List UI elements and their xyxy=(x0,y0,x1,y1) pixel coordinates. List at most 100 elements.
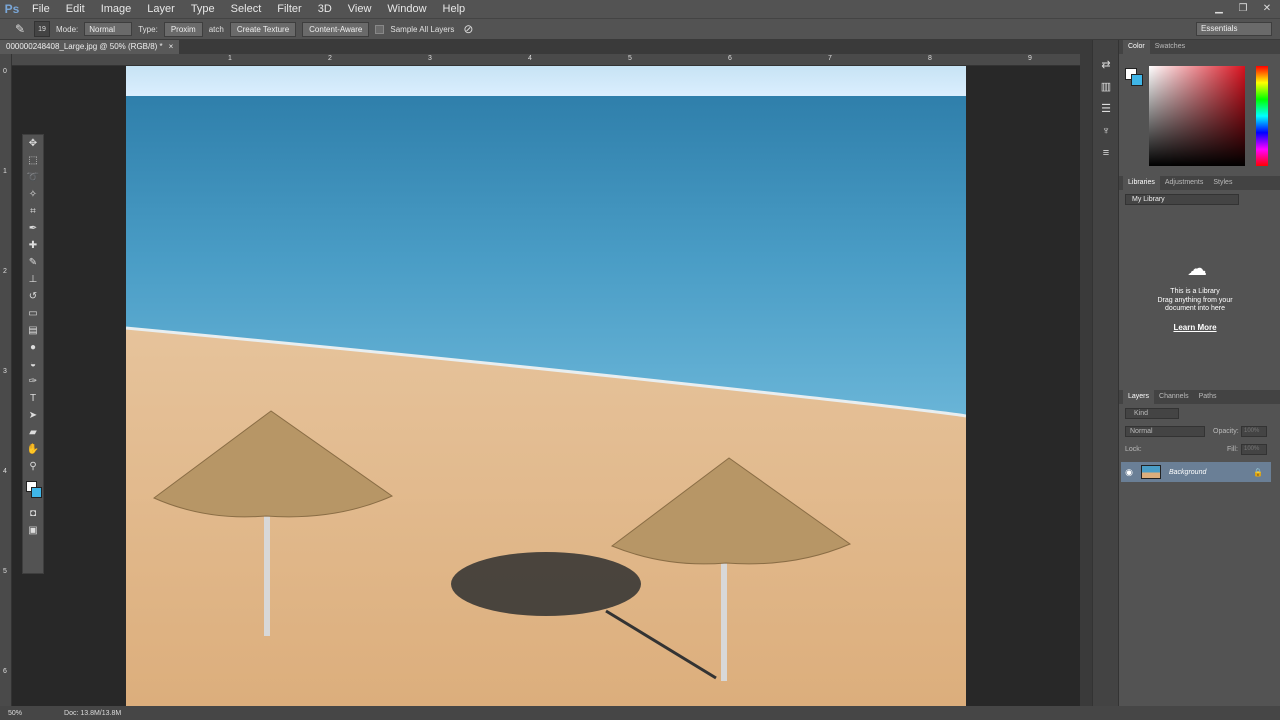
content-aware-button[interactable]: Content-Aware xyxy=(302,21,370,37)
eyedropper-tool-icon[interactable]: ✒ xyxy=(23,220,43,237)
ruler-left[interactable]: 0 1 2 3 4 5 6 xyxy=(0,54,12,706)
lasso-tool-icon[interactable]: ➰ xyxy=(23,169,43,186)
pressure-icon[interactable]: ⊘ xyxy=(460,21,476,37)
ruler-tick: 0 xyxy=(3,68,7,75)
menu-window[interactable]: Window xyxy=(379,0,434,18)
tab-swatches[interactable]: Swatches xyxy=(1150,40,1190,54)
menu-filter[interactable]: Filter xyxy=(269,0,309,18)
tab-styles[interactable]: Styles xyxy=(1208,176,1237,190)
create-texture-button[interactable]: Create Texture xyxy=(229,21,297,37)
brush-tool-icon[interactable]: ✎ xyxy=(23,254,43,271)
restore-icon[interactable]: ❐ xyxy=(1234,2,1252,16)
properties-panel-icon[interactable]: ☰ xyxy=(1093,98,1119,120)
eraser-tool-icon[interactable]: ▭ xyxy=(23,305,43,322)
magic-wand-tool-icon[interactable]: ✧ xyxy=(23,186,43,203)
menu-edit[interactable]: Edit xyxy=(58,0,93,18)
path-selection-tool-icon[interactable]: ➤ xyxy=(23,407,43,424)
menu-layer[interactable]: Layer xyxy=(139,0,183,18)
sample-all-layers-label: Sample All Layers xyxy=(390,24,455,34)
learn-more-link[interactable]: Learn More xyxy=(1119,323,1271,332)
color-panel xyxy=(1119,54,1280,176)
blur-tool-icon[interactable]: ● xyxy=(23,339,43,356)
history-panel-icon[interactable]: ⇄ xyxy=(1093,54,1119,76)
tab-color[interactable]: Color xyxy=(1123,40,1150,54)
healing-brush-icon[interactable]: ✎ xyxy=(12,21,28,37)
healing-brush-tool-icon[interactable]: ✚ xyxy=(23,237,43,254)
crop-tool-icon[interactable]: ⌗ xyxy=(23,203,43,220)
library-select[interactable]: My Library xyxy=(1125,194,1239,205)
fill-input[interactable]: 100% xyxy=(1241,444,1267,455)
clone-stamp-tool-icon[interactable]: ⊥ xyxy=(23,271,43,288)
hand-tool-icon[interactable]: ✋ xyxy=(23,441,43,458)
marquee-tool-icon[interactable]: ⬚ xyxy=(23,152,43,169)
brush-presets-icon[interactable]: ≡ xyxy=(1093,142,1119,164)
layer-row-background[interactable]: ◉ Background 🔒 xyxy=(1121,462,1271,482)
menu-help[interactable]: Help xyxy=(435,0,474,18)
shape-tool-icon[interactable]: ▰ xyxy=(23,424,43,441)
window-controls: ▁ ❐ ✕ xyxy=(1210,0,1276,18)
document-close-icon[interactable]: × xyxy=(169,40,174,54)
menu-view[interactable]: View xyxy=(340,0,380,18)
histogram-panel-icon[interactable]: ▥ xyxy=(1093,76,1119,98)
color-field[interactable] xyxy=(1149,66,1245,166)
doc-size[interactable]: Doc: 13.8M/13.8M xyxy=(64,710,121,717)
eye-icon[interactable]: ◉ xyxy=(1121,467,1137,478)
opacity-input[interactable]: 100% xyxy=(1241,426,1267,437)
type-tool-icon[interactable]: T xyxy=(23,390,43,407)
blend-mode-select[interactable]: Normal xyxy=(1125,426,1205,437)
minimize-icon[interactable]: ▁ xyxy=(1210,2,1228,16)
photoshop-logo: Ps xyxy=(4,2,20,16)
tab-channels[interactable]: Channels xyxy=(1154,390,1194,404)
history-brush-tool-icon[interactable]: ↺ xyxy=(23,288,43,305)
workspace-select[interactable]: Essentials xyxy=(1196,22,1272,36)
proximity-match-button[interactable]: Proxim xyxy=(163,21,203,37)
creative-cloud-icon: ☁ xyxy=(1187,258,1207,280)
libraries-panel: My Library ☁ This is a Library Drag anyt… xyxy=(1119,190,1280,390)
close-icon[interactable]: ✕ xyxy=(1258,2,1276,16)
tab-libraries[interactable]: Libraries xyxy=(1123,176,1160,190)
dodge-tool-icon[interactable]: ◒ xyxy=(23,356,43,373)
mode-select[interactable]: Normal xyxy=(84,22,133,36)
brush-size-picker[interactable]: 19 xyxy=(34,21,50,37)
ruler-tick: 4 xyxy=(3,468,7,475)
screen-mode-icon[interactable]: ▣ xyxy=(23,522,43,539)
menu-3d[interactable]: 3D xyxy=(310,0,340,18)
panel-background-swatch[interactable] xyxy=(1131,74,1143,86)
background-color[interactable] xyxy=(31,487,42,498)
vertical-scrollbar[interactable] xyxy=(1080,54,1092,706)
tools-panel: ✥ ⬚ ➰ ✧ ⌗ ✒ ✚ ✎ ⊥ ↺ ▭ ▤ ● ◒ ✑ T ➤ ▰ ✋ ⚲ … xyxy=(22,134,44,574)
document-tab-title: 000000248408_Large.jpg @ 50% (RGB/8) * xyxy=(6,42,163,51)
ruler-tick: 1 xyxy=(228,55,232,62)
ruler-top[interactable]: 1 2 3 4 5 6 7 8 9 xyxy=(12,54,1092,66)
menu-select[interactable]: Select xyxy=(223,0,270,18)
status-bar: 50% Doc: 13.8M/13.8M xyxy=(0,706,1280,720)
zoom-tool-icon[interactable]: ⚲ xyxy=(23,458,43,475)
gradient-tool-icon[interactable]: ▤ xyxy=(23,322,43,339)
hue-slider[interactable] xyxy=(1256,66,1268,166)
zoom-level[interactable]: 50% xyxy=(8,710,22,717)
library-title: This is a Library xyxy=(1170,288,1220,295)
pen-tool-icon[interactable]: ✑ xyxy=(23,373,43,390)
quick-mask-icon[interactable]: ◘ xyxy=(23,505,43,522)
adjust-panel-icon[interactable]: ♆ xyxy=(1093,120,1119,142)
tab-layers[interactable]: Layers xyxy=(1123,390,1155,404)
document-image[interactable] xyxy=(126,66,966,706)
move-tool-icon[interactable]: ✥ xyxy=(23,135,43,152)
layer-name[interactable]: Background xyxy=(1169,469,1206,476)
tab-adjustments[interactable]: Adjustments xyxy=(1160,176,1209,190)
menu-image[interactable]: Image xyxy=(93,0,140,18)
sample-all-layers-checkbox[interactable] xyxy=(375,24,385,34)
document-tab[interactable]: 000000248408_Large.jpg @ 50% (RGB/8) * × xyxy=(0,40,180,54)
opacity-label: Opacity: xyxy=(1213,428,1239,435)
menu-file[interactable]: File xyxy=(24,0,58,18)
ruler-tick: 8 xyxy=(928,55,932,62)
tab-paths[interactable]: Paths xyxy=(1194,390,1222,404)
color-swatches[interactable] xyxy=(23,475,43,505)
menu-type[interactable]: Type xyxy=(183,0,223,18)
umbrella-shadow xyxy=(451,552,641,616)
menu-bar: Ps File Edit Image Layer Type Select Fil… xyxy=(0,0,1280,18)
ruler-tick: 1 xyxy=(3,168,7,175)
ruler-tick: 4 xyxy=(528,55,532,62)
kind-filter[interactable]: Kind xyxy=(1125,408,1179,419)
ruler-tick: 3 xyxy=(428,55,432,62)
